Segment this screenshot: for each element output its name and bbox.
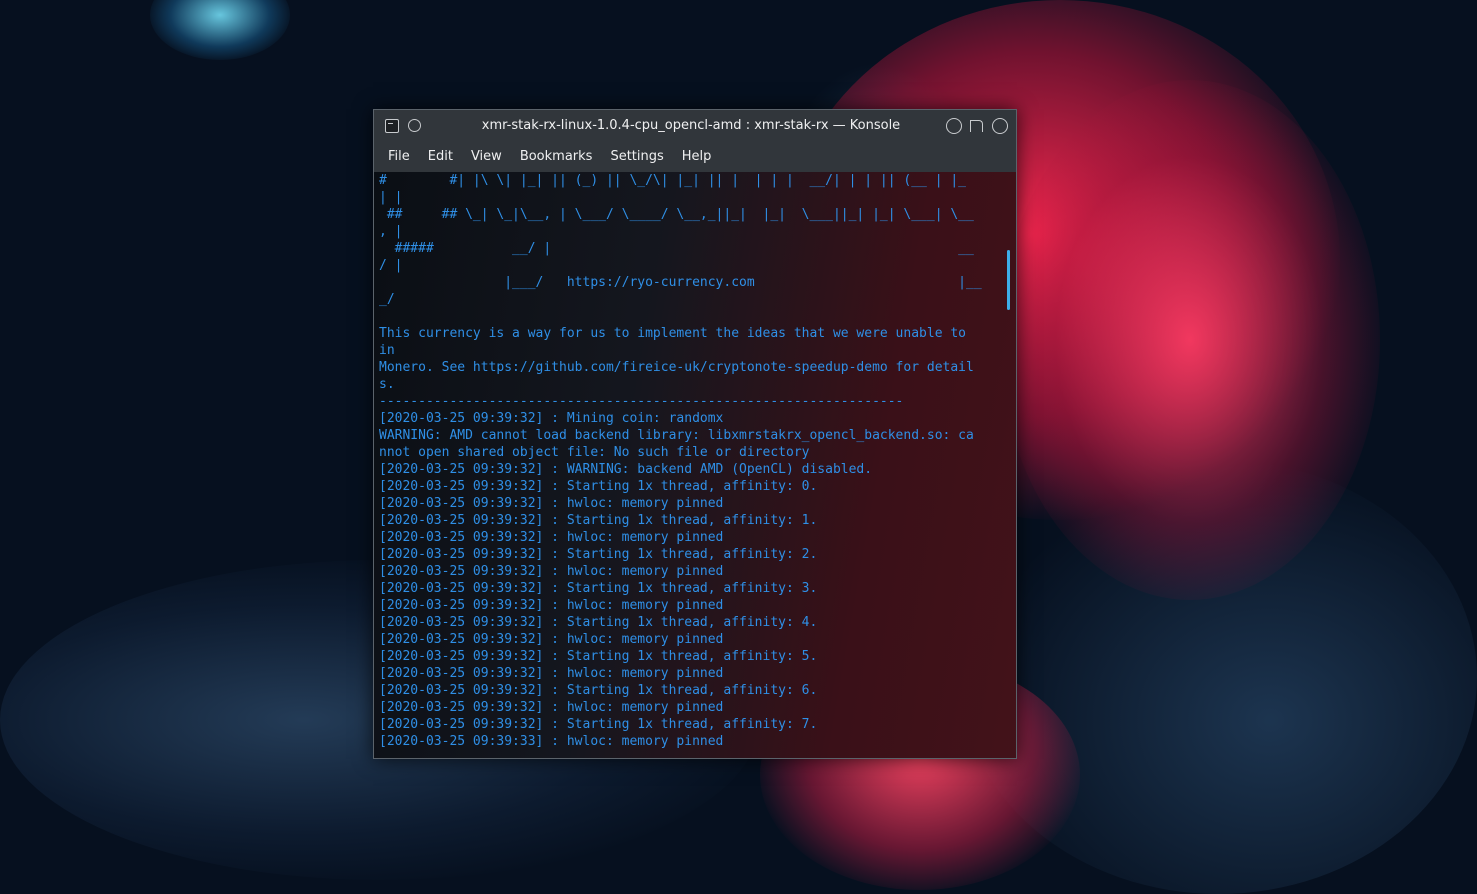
terminal-line: | |: [379, 190, 403, 205]
terminal-line: in: [379, 343, 395, 358]
scrollbar[interactable]: [1002, 172, 1014, 758]
terminal-line: [2020-03-25 09:39:32] : hwloc: memory pi…: [379, 530, 724, 545]
terminal-line: [2020-03-25 09:39:32] : Mining coin: ran…: [379, 411, 724, 426]
terminal-line: This currency is a way for us to impleme…: [379, 326, 966, 341]
maximize-icon[interactable]: [969, 118, 985, 134]
terminal-line: ----------------------------------------…: [379, 394, 904, 409]
terminal-line: [2020-03-25 09:39:32] : Starting 1x thre…: [379, 615, 818, 630]
terminal-line: ##### __/ | __: [379, 241, 974, 256]
menu-bookmarks[interactable]: Bookmarks: [512, 142, 601, 172]
terminal-text: # #| |\ \| |_| || (_) || \_/\| |_| || | …: [379, 172, 994, 750]
terminal-output[interactable]: # #| |\ \| |_| || (_) || \_/\| |_| || | …: [374, 172, 1016, 758]
terminal-line: nnot open shared object file: No such fi…: [379, 445, 810, 460]
konsole-window[interactable]: xmr-stak-rx-linux-1.0.4-cpu_opencl-amd :…: [373, 109, 1017, 759]
konsole-app-icon[interactable]: [385, 119, 399, 133]
terminal-line: [2020-03-25 09:39:32] : Starting 1x thre…: [379, 581, 818, 596]
terminal-line: [2020-03-25 09:39:32] : Starting 1x thre…: [379, 547, 818, 562]
terminal-line: [2020-03-25 09:39:32] : Starting 1x thre…: [379, 717, 818, 732]
menu-edit[interactable]: Edit: [420, 142, 461, 172]
terminal-line: ## ## \_| \_|\__, | \___/ \____/ \__,_||…: [379, 207, 974, 222]
menu-bar: File Edit View Bookmarks Settings Help: [374, 142, 1016, 172]
terminal-line: [2020-03-25 09:39:32] : hwloc: memory pi…: [379, 496, 724, 511]
terminal-line: [2020-03-25 09:39:33] : hwloc: memory pi…: [379, 734, 724, 749]
terminal-line: [2020-03-25 09:39:32] : hwloc: memory pi…: [379, 666, 724, 681]
terminal-line: [2020-03-25 09:39:32] : hwloc: memory pi…: [379, 632, 724, 647]
terminal-line: _/: [379, 292, 395, 307]
terminal-line: / |: [379, 258, 403, 273]
menu-settings[interactable]: Settings: [602, 142, 671, 172]
terminal-line: [2020-03-25 09:39:32] : hwloc: memory pi…: [379, 598, 724, 613]
minimize-icon[interactable]: [946, 118, 962, 134]
terminal-line: [2020-03-25 09:39:32] : Starting 1x thre…: [379, 683, 818, 698]
close-icon[interactable]: [992, 118, 1008, 134]
terminal-line: s.: [379, 377, 395, 392]
terminal-line: [2020-03-25 09:39:32] : hwloc: memory pi…: [379, 700, 724, 715]
wallpaper-ink-red: [1000, 80, 1380, 600]
menu-file[interactable]: File: [380, 142, 418, 172]
terminal-line: [2020-03-25 09:39:32] : Starting 1x thre…: [379, 513, 818, 528]
window-titlebar[interactable]: xmr-stak-rx-linux-1.0.4-cpu_opencl-amd :…: [374, 110, 1016, 142]
menu-help[interactable]: Help: [674, 142, 720, 172]
terminal-line: [2020-03-25 09:39:32] : WARNING: backend…: [379, 462, 873, 477]
terminal-line: # #| |\ \| |_| || (_) || \_/\| |_| || | …: [379, 173, 966, 188]
terminal-line: , |: [379, 224, 403, 239]
terminal-line: [2020-03-25 09:39:32] : Starting 1x thre…: [379, 649, 818, 664]
menu-view[interactable]: View: [463, 142, 510, 172]
terminal-line: Monero. See https://github.com/fireice-u…: [379, 360, 974, 375]
window-title: xmr-stak-rx-linux-1.0.4-cpu_opencl-amd :…: [481, 118, 901, 133]
wallpaper-smoke-cyan: [150, 0, 290, 60]
terminal-line: WARNING: AMD cannot load backend library…: [379, 428, 974, 443]
terminal-line: [2020-03-25 09:39:32] : hwloc: memory pi…: [379, 564, 724, 579]
terminal-line: [2020-03-25 09:39:32] : Starting 1x thre…: [379, 479, 818, 494]
keep-on-top-icon[interactable]: [408, 119, 421, 132]
scrollbar-thumb[interactable]: [1007, 250, 1010, 310]
terminal-line: |___/ https://ryo-currency.com |__: [379, 275, 982, 290]
